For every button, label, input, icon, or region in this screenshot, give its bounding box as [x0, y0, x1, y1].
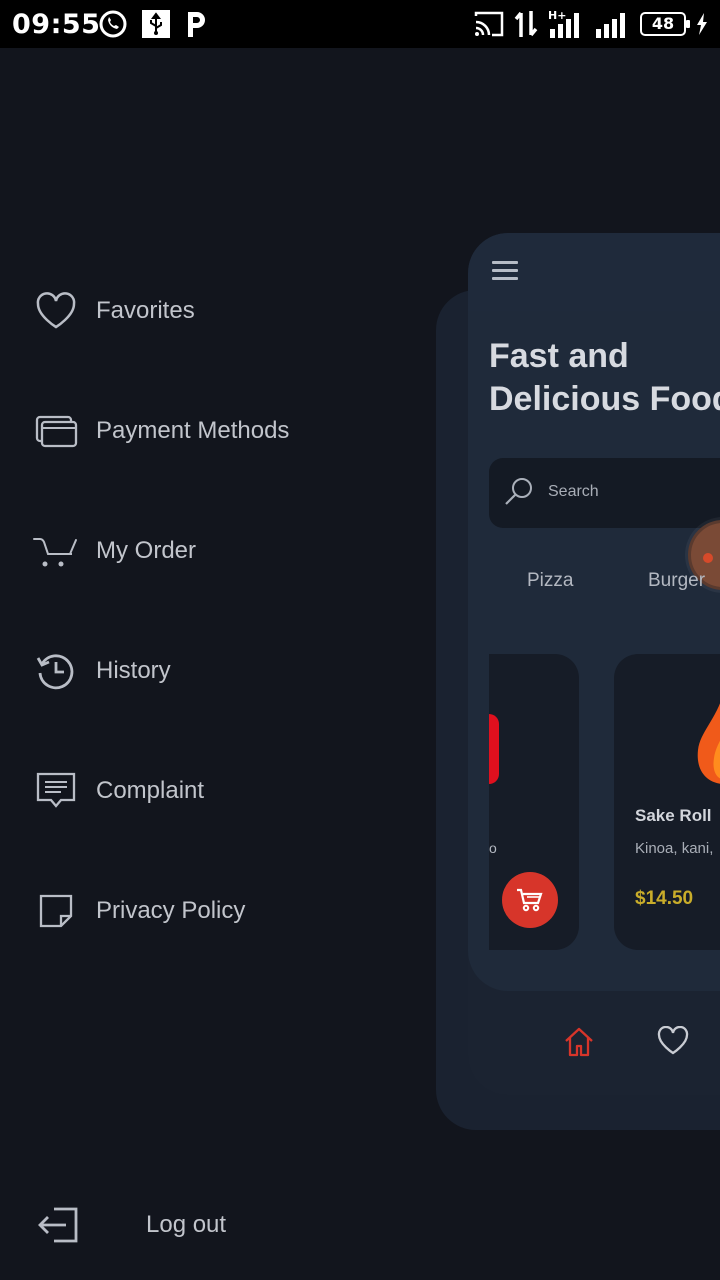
food-price: $14.50: [635, 888, 694, 909]
menu-item-history[interactable]: History: [32, 646, 362, 696]
menu-item-privacy-policy[interactable]: Privacy Policy: [32, 886, 362, 936]
app-preview[interactable]: Fast and Delicious Food Search Pizza Bur…: [468, 233, 720, 1095]
hamburger-menu-icon[interactable]: [492, 261, 522, 285]
food-name: Sake Roll: [635, 806, 712, 825]
menu-label-history: History: [96, 657, 171, 684]
status-bar: 09:55 H+ 48: [0, 0, 720, 48]
logout-button[interactable]: Log out: [34, 1200, 274, 1250]
category-tab-burger[interactable]: Burger: [648, 570, 705, 592]
comment-icon: [32, 767, 80, 815]
food-card-sake-roll[interactable]: Sake Roll Kinoa, kani, $14.50: [614, 654, 720, 950]
cart-outline-icon: [32, 527, 80, 575]
bottom-navigation: [468, 991, 720, 1095]
favorites-heart-icon[interactable]: [657, 1026, 689, 1056]
home-icon[interactable]: [563, 1026, 595, 1058]
menu-item-payment-methods[interactable]: Payment Methods: [32, 406, 362, 456]
signal-h-plus-icon: H+: [548, 9, 579, 38]
svg-text:H+: H+: [548, 9, 566, 22]
cast-icon: [474, 11, 504, 37]
page-title-line: Delicious Food: [489, 380, 720, 418]
parking-p-icon: [188, 12, 205, 37]
heart-outline-icon: [32, 287, 80, 335]
data-transfer-icon: [514, 11, 538, 37]
app-header: [468, 233, 720, 311]
history-icon: [32, 647, 80, 695]
page-title: Fast and Delicious Food: [489, 335, 720, 421]
menu-item-complaint[interactable]: Complaint: [32, 766, 362, 816]
menu-item-my-order[interactable]: My Order: [32, 526, 362, 576]
note-icon: [32, 887, 80, 935]
whatsapp-icon: [99, 10, 127, 38]
cards-icon: [32, 407, 80, 455]
category-tab-pizza[interactable]: Pizza: [527, 570, 573, 592]
menu-label-payment-methods: Payment Methods: [96, 417, 290, 444]
cart-icon: [517, 888, 543, 912]
usb-icon: [142, 10, 170, 38]
system-status-icons: H+ 48: [474, 9, 708, 39]
battery-indicator: 48: [640, 12, 690, 36]
food-card[interactable]: o: [489, 654, 579, 950]
signal-bars-icon: [596, 13, 625, 38]
add-to-cart-button[interactable]: [502, 872, 558, 928]
charging-bolt-icon: [697, 13, 707, 35]
menu-label-complaint: Complaint: [96, 777, 205, 804]
app-main-content: Fast and Delicious Food Search Pizza Bur…: [468, 311, 720, 991]
menu-label-my-order: My Order: [96, 537, 197, 564]
food-description: Kinoa, kani,: [635, 840, 714, 857]
food-image: [489, 714, 499, 784]
search-icon: [505, 478, 532, 505]
menu-item-favorites[interactable]: Favorites: [32, 286, 362, 336]
status-time: 09:55: [12, 9, 101, 40]
menu-label-privacy-policy: Privacy Policy: [96, 897, 246, 924]
menu-label-favorites: Favorites: [96, 297, 195, 324]
logout-icon: [38, 1207, 78, 1243]
page-title-line: Fast and: [489, 337, 629, 375]
search-input[interactable]: Search: [489, 458, 720, 528]
food-card-description: o: [489, 840, 497, 856]
search-placeholder: Search: [548, 483, 599, 500]
flame-food-image: [697, 703, 720, 784]
notification-icons: [98, 9, 210, 39]
logout-label: Log out: [146, 1211, 227, 1238]
